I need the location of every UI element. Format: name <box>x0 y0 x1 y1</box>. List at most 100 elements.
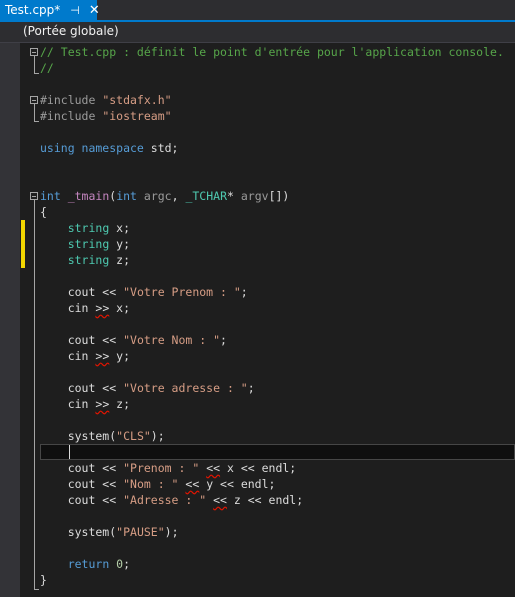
collapse-icon[interactable] <box>30 96 38 104</box>
code-line[interactable]: cin >> y; <box>40 348 515 364</box>
code-token: // <box>40 61 54 75</box>
error-squiggle-token: << <box>206 461 221 475</box>
code-token: using namespace <box>40 141 151 155</box>
code-line[interactable] <box>40 412 515 428</box>
code-token: "Votre adresse : " <box>123 381 248 395</box>
code-token: z; <box>109 397 131 411</box>
tab-bar: Test.cpp* ⊣ ✕ <box>0 0 515 22</box>
code-line[interactable]: cin >> z; <box>40 396 515 412</box>
code-token: ); <box>150 429 165 443</box>
code-line[interactable]: cout << "Nom : " << y << endl; <box>40 476 515 492</box>
code-token: _tmain <box>67 189 110 203</box>
code-line[interactable]: { <box>40 204 515 220</box>
code-token: cin <box>40 397 96 411</box>
code-token: "Votre Prenom : " <box>123 285 241 299</box>
code-token: "Nom : " <box>123 477 179 491</box>
code-token: return <box>67 557 117 571</box>
code-token: ; <box>123 557 131 571</box>
code-token: "Prenom : " <box>123 461 200 475</box>
navigation-bar: (Portée globale) <box>0 22 515 43</box>
code-editor[interactable]: // Test.cpp : définit le point d'entrée … <box>20 43 515 597</box>
code-line[interactable] <box>40 540 515 556</box>
code-token: std; <box>150 141 179 155</box>
code-token: y; <box>116 237 131 251</box>
code-line[interactable] <box>40 364 515 380</box>
code-token: cout << <box>40 381 124 395</box>
collapse-icon[interactable] <box>30 48 38 56</box>
code-line[interactable] <box>40 76 515 92</box>
code-line[interactable]: #include "stdafx.h" <box>40 92 515 108</box>
code-line[interactable] <box>40 508 515 524</box>
code-token: string <box>67 253 117 267</box>
code-token: ; <box>220 333 227 347</box>
code-line[interactable]: } <box>40 572 515 588</box>
code-token: z << endl; <box>226 493 304 507</box>
code-token: "CLS" <box>116 429 151 443</box>
code-line[interactable]: cout << "Adresse : " << z << endl; <box>40 492 515 508</box>
code-line[interactable]: string z; <box>40 252 515 268</box>
tab-test-cpp[interactable]: Test.cpp* ⊣ ✕ <box>0 0 100 20</box>
code-line[interactable]: return 0; <box>40 556 515 572</box>
code-token: #include <box>40 93 103 107</box>
code-line[interactable]: // Test.cpp : définit le point d'entrée … <box>40 44 515 60</box>
code-line[interactable] <box>40 172 515 188</box>
code-token: x << endl; <box>220 461 297 475</box>
code-line[interactable]: cout << "Prenom : " << x << endl; <box>40 460 515 476</box>
code-token: ; <box>247 381 255 395</box>
code-line[interactable] <box>40 124 515 140</box>
code-line[interactable]: // <box>40 60 515 76</box>
code-line[interactable]: cout << "Votre adresse : "; <box>40 380 515 396</box>
code-token: "iostream" <box>102 109 172 123</box>
code-token: y; <box>109 349 131 363</box>
code-token: x; <box>109 301 131 315</box>
scope-dropdown[interactable]: (Portée globale) <box>23 24 119 38</box>
code-line[interactable]: string y; <box>40 236 515 252</box>
code-token: // Test.cpp : définit le point d'entrée … <box>40 45 504 59</box>
code-token: cout << <box>40 493 124 507</box>
code-token: int <box>40 189 68 203</box>
code-line[interactable] <box>40 316 515 332</box>
code-line[interactable] <box>40 268 515 284</box>
code-line[interactable]: #include "iostream" <box>40 108 515 124</box>
error-squiggle-token: >> <box>95 301 110 315</box>
change-marker <box>21 220 25 268</box>
code-token: system( <box>40 429 117 443</box>
code-token: ); <box>164 525 179 539</box>
code-token: #include <box>40 109 103 123</box>
outline-end <box>34 73 39 74</box>
code-token: y << endl; <box>199 477 276 491</box>
code-token: } <box>40 573 47 587</box>
error-squiggle-token: >> <box>95 349 110 363</box>
code-token: cin <box>40 301 96 315</box>
code-line[interactable]: system("PAUSE"); <box>40 524 515 540</box>
outline-end <box>34 589 39 590</box>
current-line[interactable] <box>40 444 515 460</box>
error-squiggle-token: << <box>185 477 200 491</box>
code-token: cout << <box>40 477 124 491</box>
code-line[interactable]: cout << "Votre Nom : "; <box>40 332 515 348</box>
pin-icon[interactable]: ⊣ <box>70 4 80 17</box>
collapse-icon[interactable] <box>30 192 38 200</box>
code-token: "stdafx.h" <box>102 93 172 107</box>
code-line[interactable]: using namespace std; <box>40 140 515 156</box>
code-line[interactable] <box>40 156 515 172</box>
code-line[interactable]: int _tmain(int argc, _TCHAR* argv[]) <box>40 188 515 204</box>
code-line[interactable]: cin >> x; <box>40 300 515 316</box>
editor-margin <box>0 43 20 597</box>
code-token: string <box>67 221 117 235</box>
code-line[interactable]: string x; <box>40 220 515 236</box>
code-token: "Votre Nom : " <box>123 333 221 347</box>
code-token: []) <box>268 189 290 203</box>
code-token: cout << <box>40 333 124 347</box>
error-squiggle-token: >> <box>95 397 110 411</box>
code-line[interactable]: system("CLS"); <box>40 428 515 444</box>
outline-end <box>34 121 39 122</box>
code-token: system( <box>40 525 117 539</box>
outline-line <box>34 104 35 121</box>
close-icon[interactable]: ✕ <box>89 3 100 18</box>
code-line[interactable]: cout << "Votre Prenom : "; <box>40 284 515 300</box>
code-token: cout << <box>40 461 124 475</box>
code-token: "Adresse : " <box>123 493 207 507</box>
